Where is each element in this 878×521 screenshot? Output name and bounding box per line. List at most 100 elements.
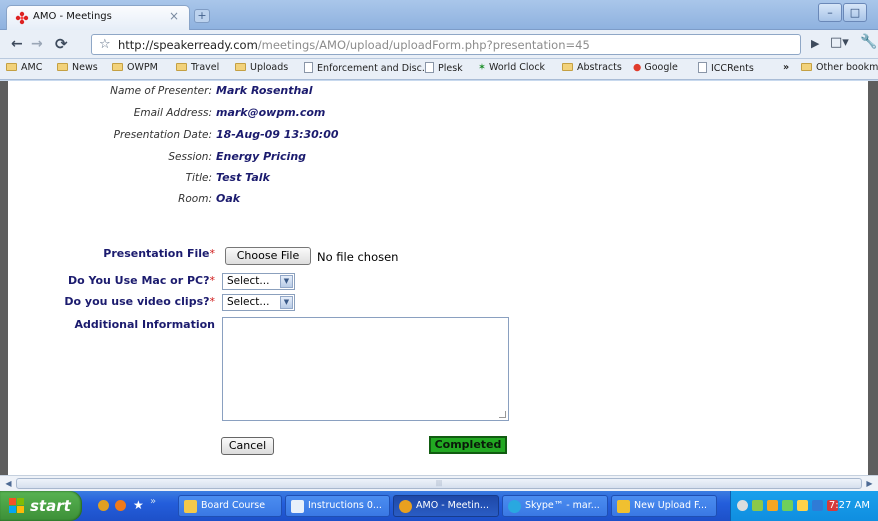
presenter-label: Name of Presenter: bbox=[110, 85, 212, 97]
address-bar[interactable]: ☆ http://speakerready.com/meetings/AMO/u… bbox=[91, 34, 801, 55]
google-icon: ● bbox=[633, 62, 642, 73]
quicklaunch-star-icon[interactable]: ★ bbox=[133, 498, 144, 512]
choose-file-button[interactable]: Choose File bbox=[225, 247, 311, 265]
folder-icon bbox=[235, 63, 246, 71]
email-value: mark@owpm.com bbox=[216, 106, 326, 119]
tab-close-icon[interactable]: × bbox=[169, 9, 179, 23]
tray-check-icon[interactable] bbox=[782, 500, 793, 511]
room-label: Room: bbox=[178, 193, 212, 205]
document-icon bbox=[291, 500, 304, 513]
horizontal-scrollbar[interactable]: ◀ ||| ▶ bbox=[0, 475, 878, 491]
date-label: Presentation Date: bbox=[113, 129, 212, 141]
scroll-left-icon[interactable]: ◀ bbox=[2, 478, 15, 490]
browser-window: AMO - Meetings × + – □ ← → ⟳ ☆ http://sp… bbox=[0, 0, 878, 521]
required-mark: * bbox=[209, 247, 216, 260]
task-skype[interactable]: Skype™ - mar... bbox=[502, 495, 608, 517]
start-label: start bbox=[30, 497, 71, 515]
chevron-down-icon: ▼ bbox=[280, 275, 293, 288]
bookmarks-bar: AMC News OWPM Travel Uploads Enforcement… bbox=[0, 59, 878, 80]
windows-flag-icon bbox=[9, 498, 24, 513]
task-new-upload[interactable]: New Upload F... bbox=[611, 495, 717, 517]
reload-icon[interactable]: ⟳ bbox=[55, 35, 68, 53]
quicklaunch-chrome-icon[interactable] bbox=[98, 500, 109, 511]
task-amo-meetings[interactable]: AMO - Meetin... bbox=[393, 495, 499, 517]
skype-icon bbox=[508, 500, 521, 513]
no-file-text: No file chosen bbox=[317, 250, 399, 264]
url-host: http://speakerready.com bbox=[118, 38, 258, 52]
url-text: http://speakerready.com/meetings/AMO/upl… bbox=[118, 38, 590, 52]
folder-icon bbox=[562, 63, 573, 71]
back-arrow-icon[interactable]: ← bbox=[11, 36, 23, 52]
additional-info-label: Additional Information bbox=[74, 318, 215, 331]
bookmark-travel[interactable]: Travel bbox=[176, 62, 219, 73]
folder-icon bbox=[112, 63, 123, 71]
quicklaunch-firefox-icon[interactable] bbox=[115, 500, 126, 511]
completed-button[interactable]: Completed bbox=[429, 436, 507, 454]
go-arrow-icon[interactable]: ▶ bbox=[811, 37, 819, 50]
amo-favicon-icon bbox=[15, 11, 29, 25]
bookmark-news[interactable]: News bbox=[57, 62, 98, 73]
new-tab-button[interactable]: + bbox=[194, 9, 210, 23]
quicklaunch-overflow-icon[interactable]: » bbox=[150, 496, 161, 507]
start-button[interactable]: start bbox=[0, 491, 82, 521]
wrench-icon[interactable]: 🔧 bbox=[860, 34, 877, 50]
mac-pc-select[interactable]: Select... ▼ bbox=[222, 273, 295, 290]
resize-grip-icon[interactable] bbox=[499, 411, 506, 418]
bookmark-owpm[interactable]: OWPM bbox=[112, 62, 158, 73]
tray-monitor-icon[interactable] bbox=[812, 500, 823, 511]
mac-pc-label: Do You Use Mac or PC?* bbox=[67, 274, 215, 287]
bookmark-plesk[interactable]: Plesk bbox=[425, 62, 463, 74]
tab-amo-meetings[interactable]: AMO - Meetings × bbox=[6, 5, 190, 30]
app-icon bbox=[617, 500, 630, 513]
chrome-icon bbox=[399, 500, 412, 513]
bookmark-google[interactable]: ● Google bbox=[633, 62, 678, 73]
session-value: Energy Pricing bbox=[216, 150, 307, 163]
chevron-down-icon: ▼ bbox=[280, 296, 293, 309]
bookmark-star-icon[interactable]: ☆ bbox=[99, 37, 111, 52]
title-label: Title: bbox=[185, 172, 212, 184]
page-icon bbox=[698, 62, 707, 73]
bookmarks-overflow-icon[interactable]: » bbox=[783, 62, 789, 73]
task-instructions[interactable]: Instructions 0... bbox=[285, 495, 390, 517]
video-clips-selected-value: Select... bbox=[227, 296, 270, 308]
scrollbar-thumb[interactable]: ||| bbox=[16, 478, 862, 489]
folder-icon bbox=[57, 63, 68, 71]
upload-form-page: Name of Presenter: Mark Rosenthal Email … bbox=[8, 81, 868, 475]
browser-toolbar: ← → ⟳ ☆ http://speakerready.com/meetings… bbox=[0, 30, 878, 59]
tab-title: AMO - Meetings bbox=[33, 11, 112, 22]
bookmark-amc[interactable]: AMC bbox=[6, 62, 42, 73]
bookmark-world-clock[interactable]: ✶ World Clock bbox=[478, 62, 545, 73]
minimize-button[interactable]: – bbox=[818, 3, 842, 22]
mac-pc-selected-value: Select... bbox=[227, 275, 270, 287]
video-clips-select[interactable]: Select... ▼ bbox=[222, 294, 295, 311]
system-tray: 7:27 AM bbox=[730, 491, 878, 521]
additional-info-textarea[interactable] bbox=[222, 317, 509, 421]
page-menu-icon[interactable]: □▾ bbox=[830, 35, 849, 50]
bookmark-abstracts[interactable]: Abstracts bbox=[562, 62, 622, 73]
session-label: Session: bbox=[168, 151, 212, 163]
presentation-file-label: Presentation File* bbox=[103, 247, 215, 260]
tray-app-icon[interactable] bbox=[767, 500, 778, 511]
scroll-right-icon[interactable]: ▶ bbox=[863, 478, 876, 490]
folder-icon bbox=[801, 63, 812, 71]
required-mark: * bbox=[209, 295, 216, 308]
task-board-course[interactable]: Board Course bbox=[178, 495, 282, 517]
tray-arrow-icon[interactable] bbox=[737, 500, 748, 511]
bookmark-iccrents[interactable]: ICCRents bbox=[698, 62, 754, 74]
bookmark-uploads[interactable]: Uploads bbox=[235, 62, 288, 73]
bookmark-other[interactable]: Other bookmarks bbox=[801, 62, 878, 73]
cancel-button[interactable]: Cancel bbox=[221, 437, 274, 455]
url-path: /meetings/AMO/upload/uploadForm.php?pres… bbox=[257, 38, 590, 52]
forward-arrow-icon[interactable]: → bbox=[31, 36, 43, 52]
date-value: 18-Aug-09 13:30:00 bbox=[216, 128, 339, 141]
folder-icon bbox=[6, 63, 17, 71]
windows-taskbar: start ★ » Board Course Instructions 0...… bbox=[0, 491, 878, 521]
maximize-button[interactable]: □ bbox=[843, 3, 867, 22]
presenter-value: Mark Rosenthal bbox=[216, 84, 313, 97]
page-icon bbox=[304, 62, 313, 73]
tray-security-icon[interactable] bbox=[797, 500, 808, 511]
bookmark-enforcement[interactable]: Enforcement and Disc... bbox=[304, 62, 431, 74]
world-clock-icon: ✶ bbox=[478, 62, 486, 73]
tray-network-icon[interactable] bbox=[752, 500, 763, 511]
folder-icon bbox=[176, 63, 187, 71]
